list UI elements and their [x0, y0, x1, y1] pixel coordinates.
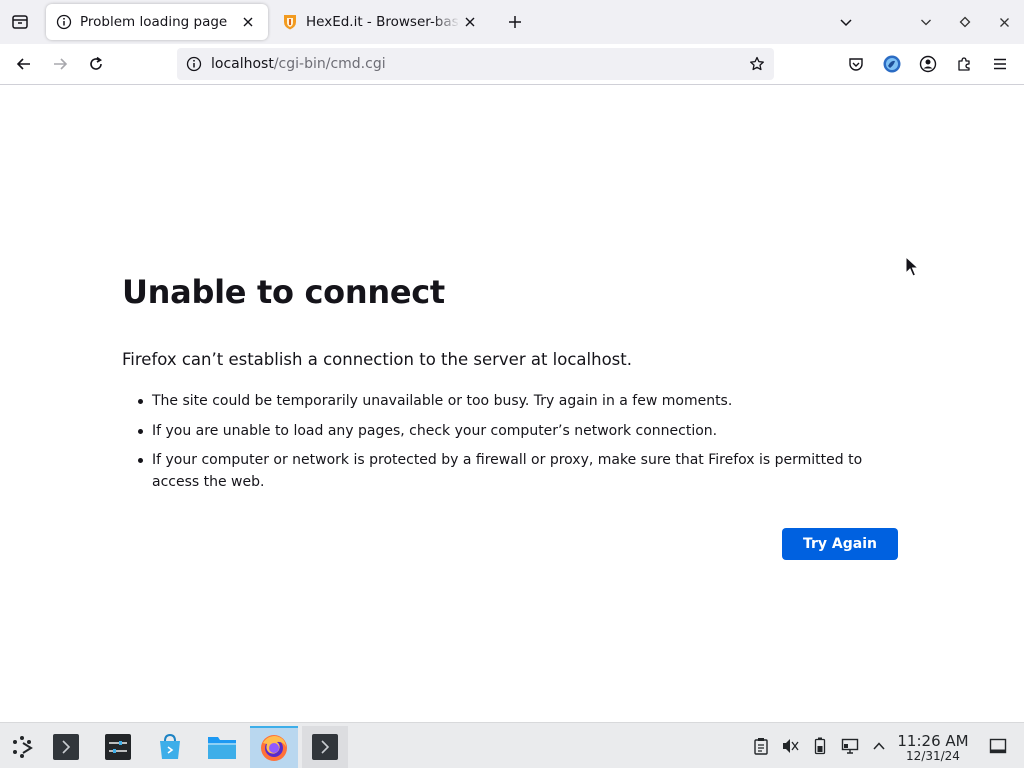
terminal-icon: [312, 734, 338, 760]
arrow-left-icon: [16, 58, 30, 70]
file-manager-icon: [208, 737, 236, 759]
tab-title: HexEd.it - Browser-based online and offl…: [306, 14, 460, 30]
hamburger-icon: [994, 58, 1006, 70]
account-button[interactable]: [914, 50, 942, 78]
pocket-button[interactable]: [842, 50, 870, 78]
tray-volume[interactable]: [779, 735, 801, 757]
new-tab-button[interactable]: [502, 9, 528, 35]
error-suggestions: The site could be temporarily unavailabl…: [138, 390, 898, 501]
tab-title: Problem loading page: [80, 14, 228, 30]
taskbar-terminal-running[interactable]: [302, 726, 348, 768]
taskbar-software-center[interactable]: [149, 726, 191, 768]
firefox-icon: [261, 735, 287, 761]
globe-extension-icon: [883, 55, 901, 73]
tray-clipboard[interactable]: [750, 735, 772, 757]
account-icon: [919, 55, 937, 73]
arrow-right-icon: [54, 58, 68, 70]
clock-date: 12/31/24: [906, 749, 960, 763]
clock[interactable]: 11:26 AM 12/31/24: [896, 733, 970, 763]
clipboard-icon: [754, 738, 768, 755]
error-description: Firefox can’t establish a connection to …: [122, 350, 632, 369]
close-tab-button[interactable]: [238, 12, 258, 32]
hexed-shield-icon: [282, 14, 298, 30]
software-center-icon: [160, 733, 180, 759]
battery-icon: [814, 737, 826, 755]
plus-icon: [509, 16, 521, 28]
tray-expand[interactable]: [868, 735, 890, 757]
nav-bar: localhost/cgi-bin/cmd.cgi: [0, 44, 1024, 85]
list-item: If your computer or network is protected…: [138, 449, 898, 493]
list-item: The site could be temporarily unavailabl…: [138, 390, 898, 412]
taskbar-file-manager[interactable]: [201, 726, 243, 768]
list-all-tabs-button[interactable]: [833, 9, 859, 35]
forward-button[interactable]: [46, 50, 74, 78]
tab-strip: Problem loading page HexEd.it - Browser-…: [0, 0, 1024, 44]
star-icon: [750, 56, 764, 71]
url-host: localhost: [211, 56, 274, 72]
list-item: If you are unable to load any pages, che…: [138, 420, 898, 442]
extensions-button[interactable]: [950, 50, 978, 78]
reload-icon: [90, 56, 102, 70]
bookmark-star-button[interactable]: [742, 49, 772, 79]
chevron-up-icon: [873, 742, 885, 750]
vpn-extension-button[interactable]: [878, 50, 906, 78]
tray-network[interactable]: [839, 735, 861, 757]
minimize-chevron-icon: [921, 19, 931, 26]
taskbar-settings[interactable]: [97, 726, 139, 768]
close-icon: [465, 17, 475, 27]
show-desktop-icon: [989, 738, 1007, 754]
mouse-cursor-icon: [905, 256, 919, 277]
settings-icon: [105, 734, 131, 760]
taskbar-firefox[interactable]: [250, 726, 298, 768]
taskbar-terminal[interactable]: [45, 726, 87, 768]
close-icon: [243, 17, 253, 27]
pocket-icon: [849, 58, 863, 71]
menu-button[interactable]: [986, 50, 1014, 78]
volume-muted-icon: [783, 739, 799, 753]
tab-list-icon: [12, 15, 28, 29]
close-window-button[interactable]: [991, 9, 1017, 35]
reload-button[interactable]: [82, 50, 110, 78]
back-button[interactable]: [10, 50, 38, 78]
url-text[interactable]: localhost/cgi-bin/cmd.cgi: [211, 56, 742, 72]
minimize-button[interactable]: [913, 9, 939, 35]
error-title: Unable to connect: [122, 273, 445, 311]
chevron-down-icon: [840, 19, 852, 27]
network-icon: [841, 738, 859, 754]
taskbar: 11:26 AM 12/31/24: [0, 722, 1024, 768]
terminal-icon: [53, 734, 79, 760]
close-icon: [999, 17, 1009, 27]
url-path: /cgi-bin/cmd.cgi: [273, 56, 386, 72]
show-desktop-button[interactable]: [987, 735, 1009, 757]
url-bar[interactable]: localhost/cgi-bin/cmd.cgi: [177, 48, 774, 80]
maximize-diamond-icon: [959, 16, 971, 28]
clock-time: 11:26 AM: [897, 732, 969, 750]
tab-problem-loading[interactable]: Problem loading page: [46, 4, 268, 40]
error-page: Unable to connect Firefox can’t establis…: [0, 85, 1024, 722]
try-again-button[interactable]: Try Again: [782, 528, 898, 560]
tab-hexed[interactable]: HexEd.it - Browser-based online and offl…: [272, 4, 490, 40]
tab-list-button[interactable]: [6, 8, 34, 36]
puzzle-icon: [958, 57, 970, 71]
app-launcher-icon: [13, 736, 33, 758]
maximize-button[interactable]: [952, 9, 978, 35]
app-launcher-button[interactable]: [1, 726, 43, 768]
info-icon: [56, 14, 72, 30]
tray-battery[interactable]: [809, 735, 831, 757]
site-info-icon[interactable]: [179, 49, 209, 79]
close-tab-button[interactable]: [460, 12, 480, 32]
